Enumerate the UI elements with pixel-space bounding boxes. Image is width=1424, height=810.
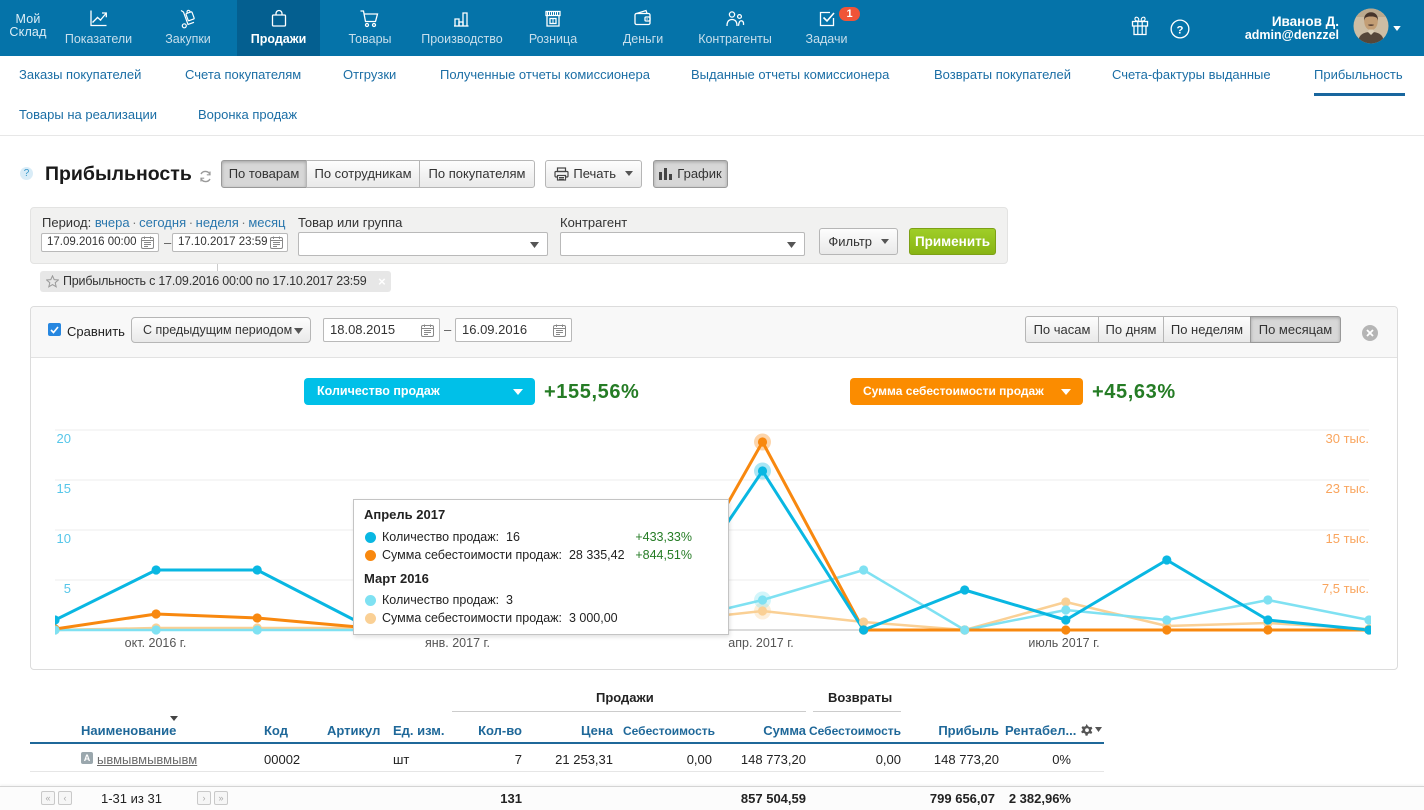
svg-text:20: 20 [57, 431, 71, 446]
svg-text:июль 2017 г.: июль 2017 г. [1028, 636, 1099, 650]
svg-text:окт. 2016 г.: окт. 2016 г. [125, 636, 187, 650]
svg-text:15 тыс.: 15 тыс. [1326, 531, 1369, 546]
svg-text:15: 15 [57, 481, 71, 496]
svg-text:5: 5 [64, 581, 71, 596]
svg-text:янв. 2017 г.: янв. 2017 г. [425, 636, 490, 650]
svg-text:?: ? [1177, 24, 1184, 36]
svg-text:7,5 тыс.: 7,5 тыс. [1322, 581, 1369, 596]
svg-text:23 тыс.: 23 тыс. [1326, 481, 1369, 496]
svg-text:10: 10 [57, 531, 71, 546]
svg-text:30 тыс.: 30 тыс. [1326, 431, 1369, 446]
svg-text:апр. 2017 г.: апр. 2017 г. [728, 636, 793, 650]
